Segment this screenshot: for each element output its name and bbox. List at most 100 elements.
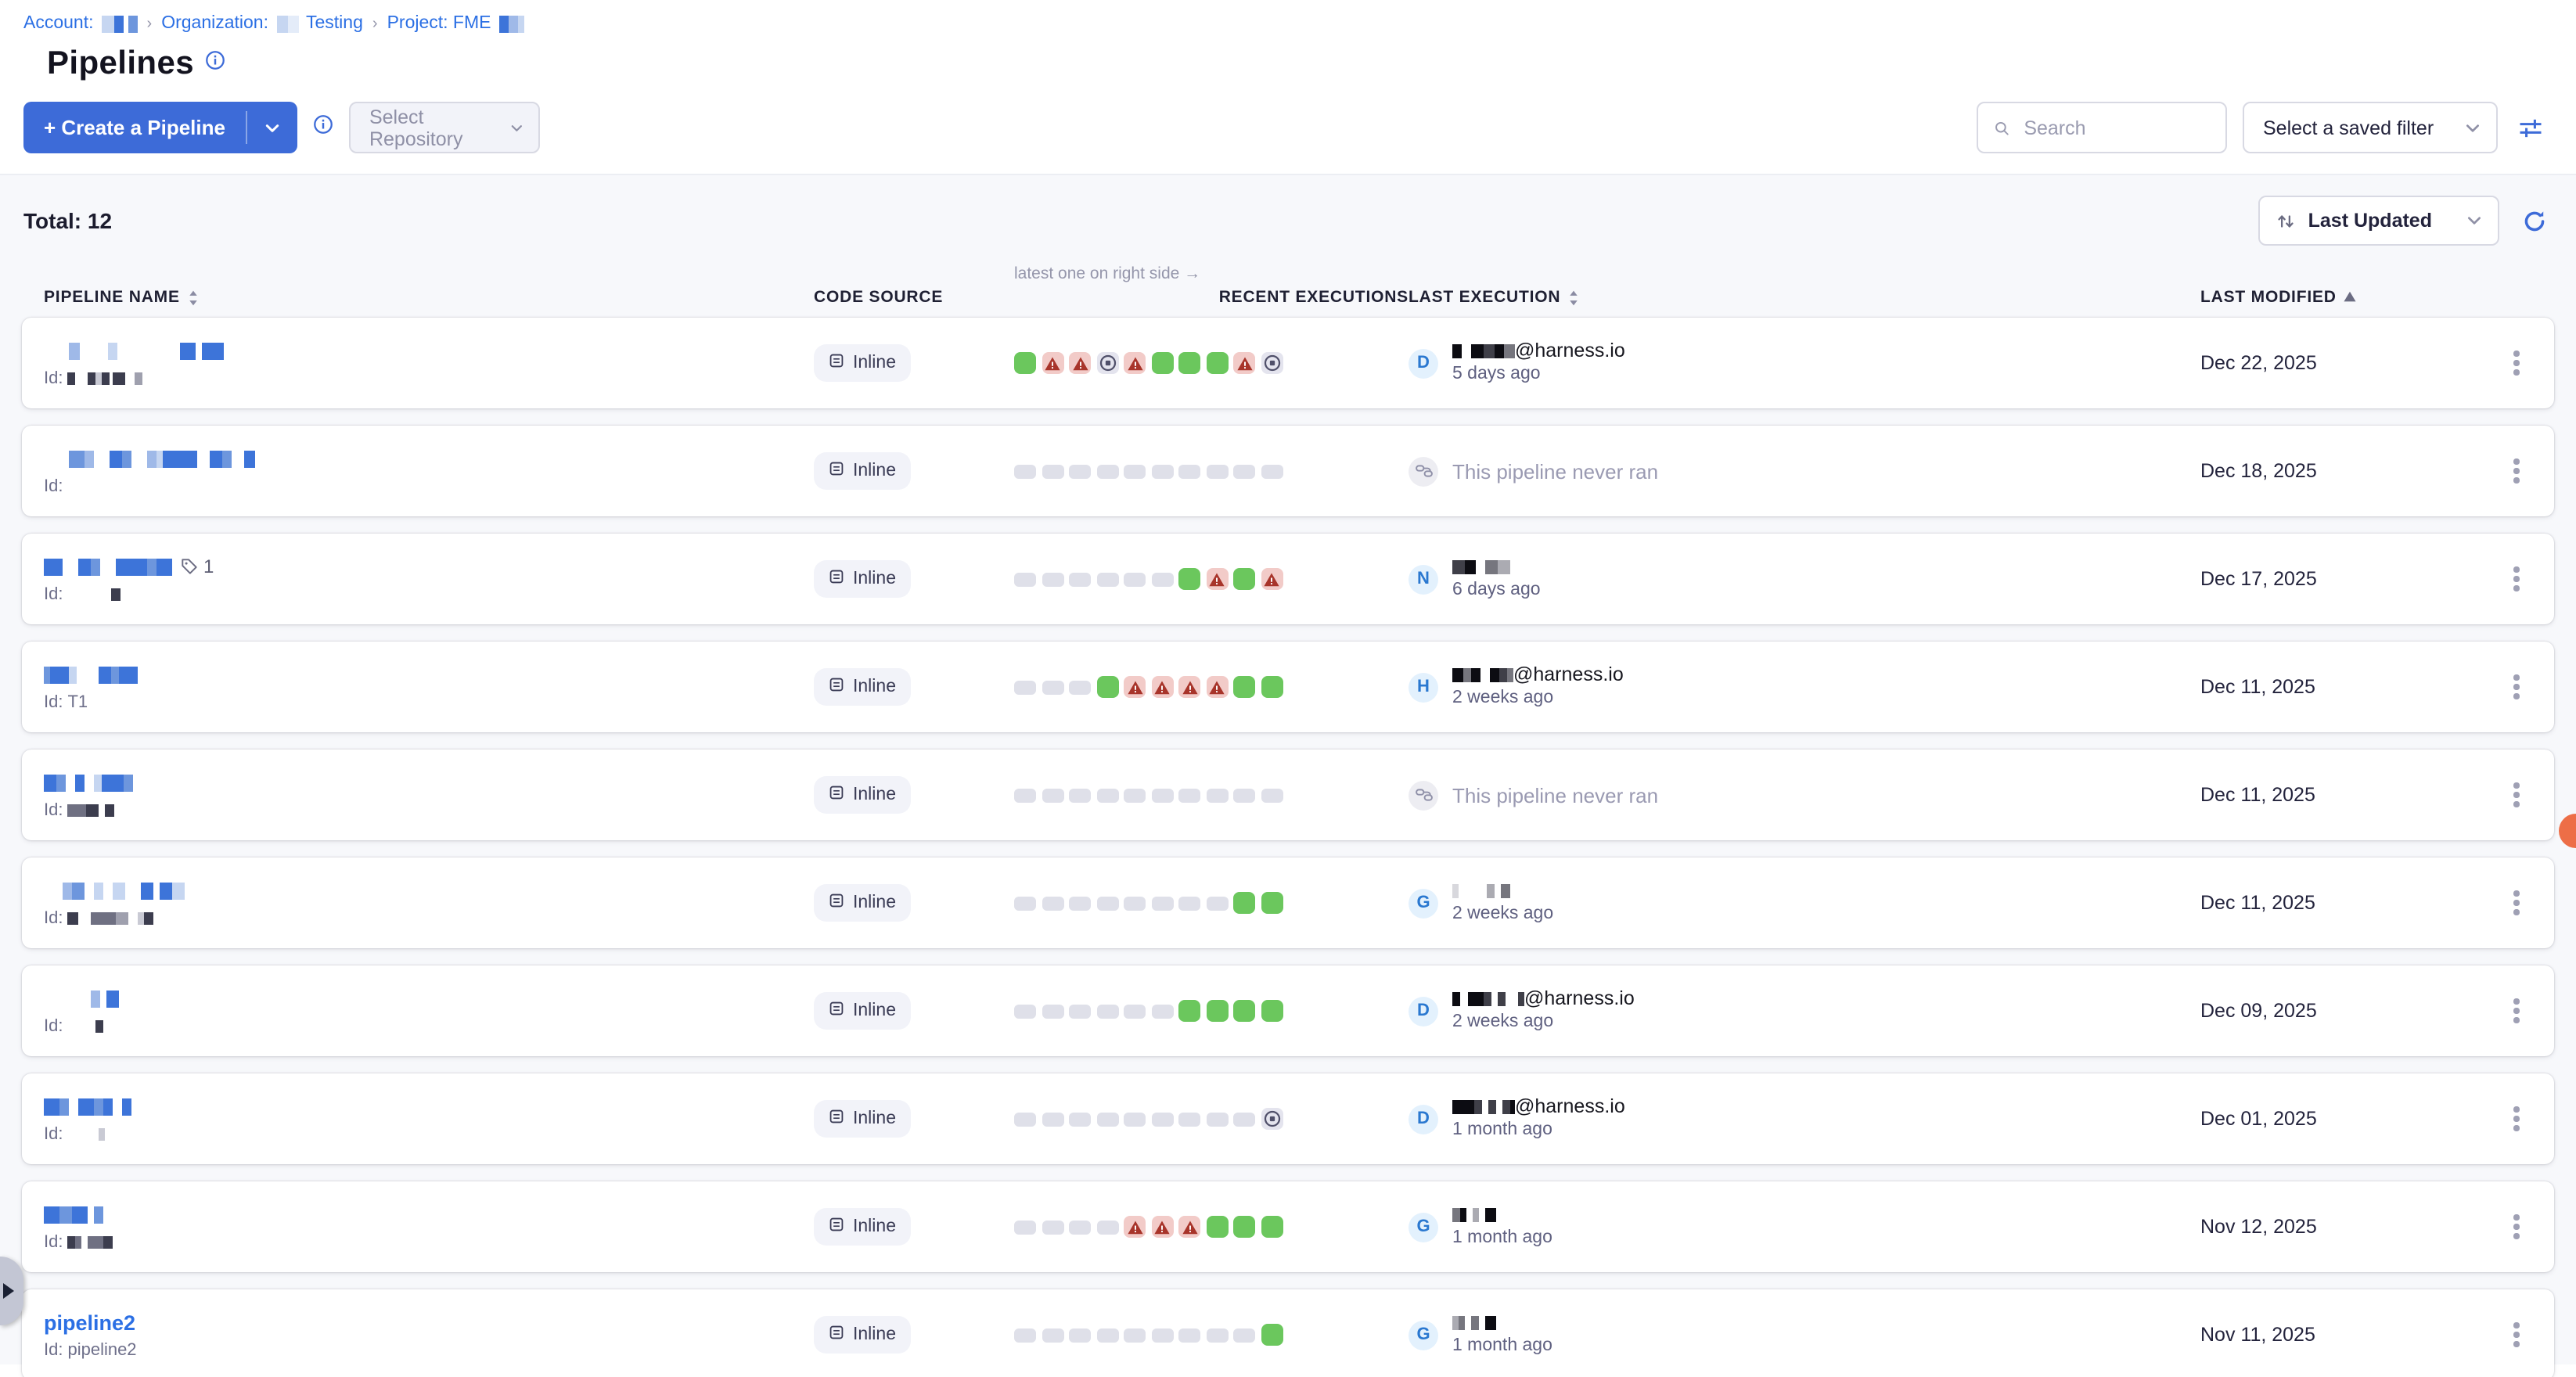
execution-status-success[interactable] xyxy=(1233,1216,1255,1238)
create-info-icon[interactable] xyxy=(313,113,333,142)
pipeline-row[interactable]: Id: T1 Inline H@harness.io2 weeks ago De… xyxy=(22,642,2554,732)
row-menu-button[interactable] xyxy=(2495,993,2538,1030)
code-source-badge: Inline xyxy=(814,560,910,598)
pipeline-name[interactable] xyxy=(44,1205,814,1224)
execution-status-success[interactable] xyxy=(1233,892,1255,914)
execution-status-success[interactable] xyxy=(1233,1000,1255,1022)
execution-status-aborted[interactable] xyxy=(1261,1108,1283,1130)
pipelines-list-section: Total: 12 Last Updated xyxy=(0,174,2576,1364)
execution-status-empty xyxy=(1124,464,1146,478)
column-header-last-modified[interactable]: LAST MODIFIED xyxy=(2200,288,2495,307)
pipeline-name-link[interactable]: pipeline2 xyxy=(44,1310,135,1334)
execution-status-success[interactable] xyxy=(1206,1216,1228,1238)
execution-status-success[interactable] xyxy=(1233,568,1255,590)
inline-store-icon xyxy=(828,892,845,909)
execution-status-empty xyxy=(1233,1328,1255,1342)
pipeline-name[interactable] xyxy=(44,881,814,900)
pipeline-row[interactable]: Id: Inline G2 weeks ago Dec 11, 2025 xyxy=(22,857,2554,948)
breadcrumb-organization-link[interactable]: Organization: xyxy=(161,14,268,33)
execution-status-success[interactable] xyxy=(1151,352,1173,374)
breadcrumb-organization-suffix[interactable]: Testing xyxy=(306,14,363,33)
row-menu-button[interactable] xyxy=(2495,885,2538,922)
row-menu-button[interactable] xyxy=(2495,345,2538,382)
row-menu-button[interactable] xyxy=(2495,777,2538,814)
execution-status-success[interactable] xyxy=(1206,352,1228,374)
pipeline-name[interactable] xyxy=(44,449,814,468)
column-header-last-execution[interactable]: LAST EXECUTION xyxy=(1409,288,2200,307)
row-menu-button[interactable] xyxy=(2495,669,2538,706)
execution-status-success[interactable] xyxy=(1014,352,1036,374)
execution-status-success[interactable] xyxy=(1261,892,1283,914)
pipeline-name[interactable] xyxy=(44,773,814,792)
execution-status-failed[interactable] xyxy=(1069,352,1091,374)
inline-source-icon xyxy=(828,1216,845,1238)
execution-status-success[interactable] xyxy=(1261,676,1283,698)
row-menu-button[interactable] xyxy=(2495,453,2538,490)
pipeline-row[interactable]: Id: Inline This pipeline never ran Dec 1… xyxy=(22,750,2554,840)
execution-status-empty xyxy=(1069,1004,1091,1018)
pipeline-name[interactable]: pipeline2 xyxy=(44,1313,814,1332)
execution-status-success[interactable] xyxy=(1261,1216,1283,1238)
execution-status-empty xyxy=(1178,896,1200,910)
redacted-pipeline-id xyxy=(67,1235,113,1248)
execution-status-success[interactable] xyxy=(1178,1000,1200,1022)
create-pipeline-caret[interactable] xyxy=(247,102,297,153)
pipeline-name[interactable] xyxy=(44,341,814,360)
breadcrumb-project-link[interactable]: Project: FME xyxy=(387,14,491,33)
search-input[interactable] xyxy=(2020,115,2210,140)
info-icon[interactable] xyxy=(205,50,225,78)
execution-status-failed[interactable] xyxy=(1206,568,1228,590)
execution-status-aborted[interactable] xyxy=(1261,352,1283,374)
execution-status-success[interactable] xyxy=(1178,352,1200,374)
execution-status-empty xyxy=(1178,788,1200,802)
pipeline-row[interactable]: 1 Id: Inline N6 days ago Dec 17, 2025 xyxy=(22,534,2554,624)
execution-status-failed[interactable] xyxy=(1261,568,1283,590)
execution-status-failed[interactable] xyxy=(1151,1216,1173,1238)
execution-status-success[interactable] xyxy=(1233,676,1255,698)
execution-status-success[interactable] xyxy=(1096,676,1118,698)
execution-status-failed[interactable] xyxy=(1233,352,1255,374)
search-box[interactable] xyxy=(1977,102,2227,153)
execution-status-failed[interactable] xyxy=(1151,676,1173,698)
pipeline-row[interactable]: Id: Inline D@harness.io2 weeks ago Dec 0… xyxy=(22,965,2554,1056)
filter-settings-button[interactable] xyxy=(2513,110,2548,145)
execution-status-success[interactable] xyxy=(1206,1000,1228,1022)
row-menu-button[interactable] xyxy=(2495,1101,2538,1138)
execution-status-success[interactable] xyxy=(1178,568,1200,590)
row-menu-button[interactable] xyxy=(2495,561,2538,598)
row-menu-button[interactable] xyxy=(2495,1317,2538,1354)
execution-status-empty xyxy=(1014,896,1036,910)
execution-status-failed[interactable] xyxy=(1124,676,1146,698)
execution-status-failed[interactable] xyxy=(1178,676,1200,698)
refresh-button[interactable] xyxy=(2518,204,2551,237)
execution-status-empty xyxy=(1151,572,1173,586)
breadcrumb-account-link[interactable]: Account: xyxy=(23,14,94,33)
select-repository-dropdown[interactable]: Select Repository xyxy=(349,102,540,153)
execution-status-aborted[interactable] xyxy=(1096,352,1118,374)
pipeline-row[interactable]: Id: Inline D@harness.io1 month ago Dec 0… xyxy=(22,1073,2554,1164)
pipeline-row[interactable]: Id: Inline D@harness.io5 days ago Dec 22… xyxy=(22,318,2554,408)
execution-status-failed[interactable] xyxy=(1042,352,1063,374)
execution-status-empty xyxy=(1042,1112,1063,1126)
pipeline-row[interactable]: pipeline2 Id: pipeline2 Inline G1 month … xyxy=(22,1289,2554,1377)
create-pipeline-button[interactable]: + Create a Pipeline xyxy=(23,102,297,153)
pipeline-name[interactable] xyxy=(44,989,814,1008)
execution-status-failed[interactable] xyxy=(1124,352,1146,374)
row-menu-button[interactable] xyxy=(2495,1209,2538,1246)
pipeline-name[interactable]: 1 xyxy=(44,557,814,576)
redacted-user-name xyxy=(1452,1207,1496,1221)
execution-status-failed[interactable] xyxy=(1206,676,1228,698)
sort-dropdown[interactable]: Last Updated xyxy=(2258,196,2499,246)
pipeline-name[interactable] xyxy=(44,1097,814,1116)
saved-filter-dropdown[interactable]: Select a saved filter xyxy=(2243,102,2498,153)
execution-status-empty xyxy=(1096,896,1118,910)
execution-status-success[interactable] xyxy=(1261,1000,1283,1022)
pipeline-row[interactable]: Id: Inline G1 month ago Nov 12, 2025 xyxy=(22,1181,2554,1272)
execution-status-success[interactable] xyxy=(1261,1324,1283,1346)
column-header-pipeline-name[interactable]: PIPELINE NAME xyxy=(44,288,814,307)
pipeline-name[interactable] xyxy=(44,665,814,684)
pipeline-row[interactable]: Id: Inline This pipeline never ran Dec 1… xyxy=(22,426,2554,516)
never-ran-text: This pipeline never ran xyxy=(1452,783,1658,807)
execution-status-failed[interactable] xyxy=(1178,1216,1200,1238)
execution-status-failed[interactable] xyxy=(1124,1216,1146,1238)
